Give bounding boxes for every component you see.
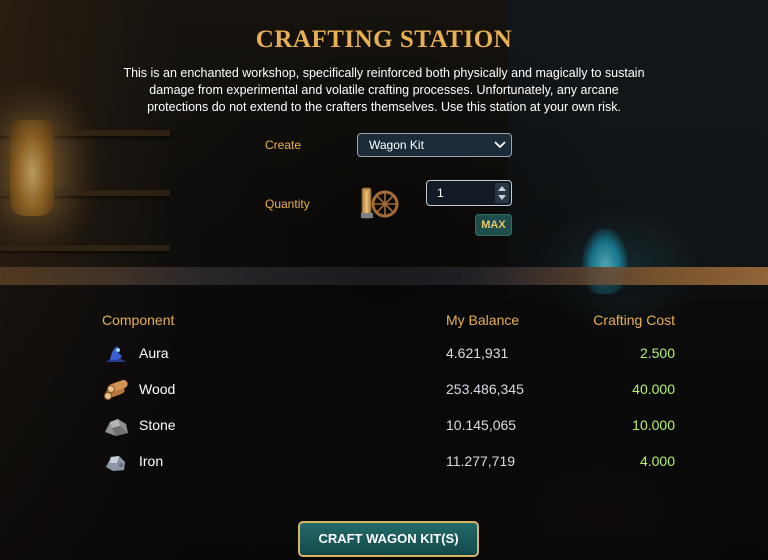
component-cost: 10.000 [632,417,675,433]
create-select[interactable]: Wagon Kit [357,133,512,157]
component-name: Iron [139,453,164,469]
stepper-down-icon[interactable] [498,195,506,200]
wagon-kit-icon [361,187,399,219]
aura-icon [106,346,126,362]
chevron-down-icon [494,141,506,149]
create-label: Create [265,138,302,152]
table-row: Iron 11.277,719 4.000 [0,448,768,478]
component-balance: 11.277,719 [446,453,516,469]
wood-icon [104,379,128,400]
craft-button[interactable]: CRAFT WAGON KIT(S) [298,521,479,557]
quantity-label: Quantity [265,197,310,211]
component-name: Aura [139,345,169,361]
quantity-stepper[interactable] [495,183,509,203]
component-name: Wood [139,381,176,397]
table-row: Stone 10.145,065 10.000 [0,412,768,442]
header-balance: My Balance [446,312,520,328]
component-balance: 10.145,065 [446,417,517,433]
page-title: CRAFTING STATION [255,26,513,53]
stepper-up-icon[interactable] [498,186,506,191]
iron-icon [106,456,125,471]
max-button[interactable]: MAX [475,214,512,236]
component-name: Stone [139,417,176,433]
component-cost: 2.500 [639,345,675,361]
header-component: Component [102,312,175,328]
create-select-value: Wagon Kit [369,138,424,152]
component-balance: 4.621,931 [446,345,509,361]
component-balance: 253.486,345 [446,381,524,397]
component-cost: 40.000 [632,381,675,397]
table-row: Wood 253.486,345 40.000 [0,376,768,406]
table-row: Aura 4.621,931 2.500 [0,340,768,370]
quantity-input[interactable]: 1 [426,180,512,206]
quantity-value: 1 [437,186,444,200]
stone-icon [105,419,128,436]
component-cost: 4.000 [639,453,675,469]
station-description: This is an enchanted workshop, specifica… [123,66,645,114]
header-cost: Crafting Cost [593,312,675,328]
